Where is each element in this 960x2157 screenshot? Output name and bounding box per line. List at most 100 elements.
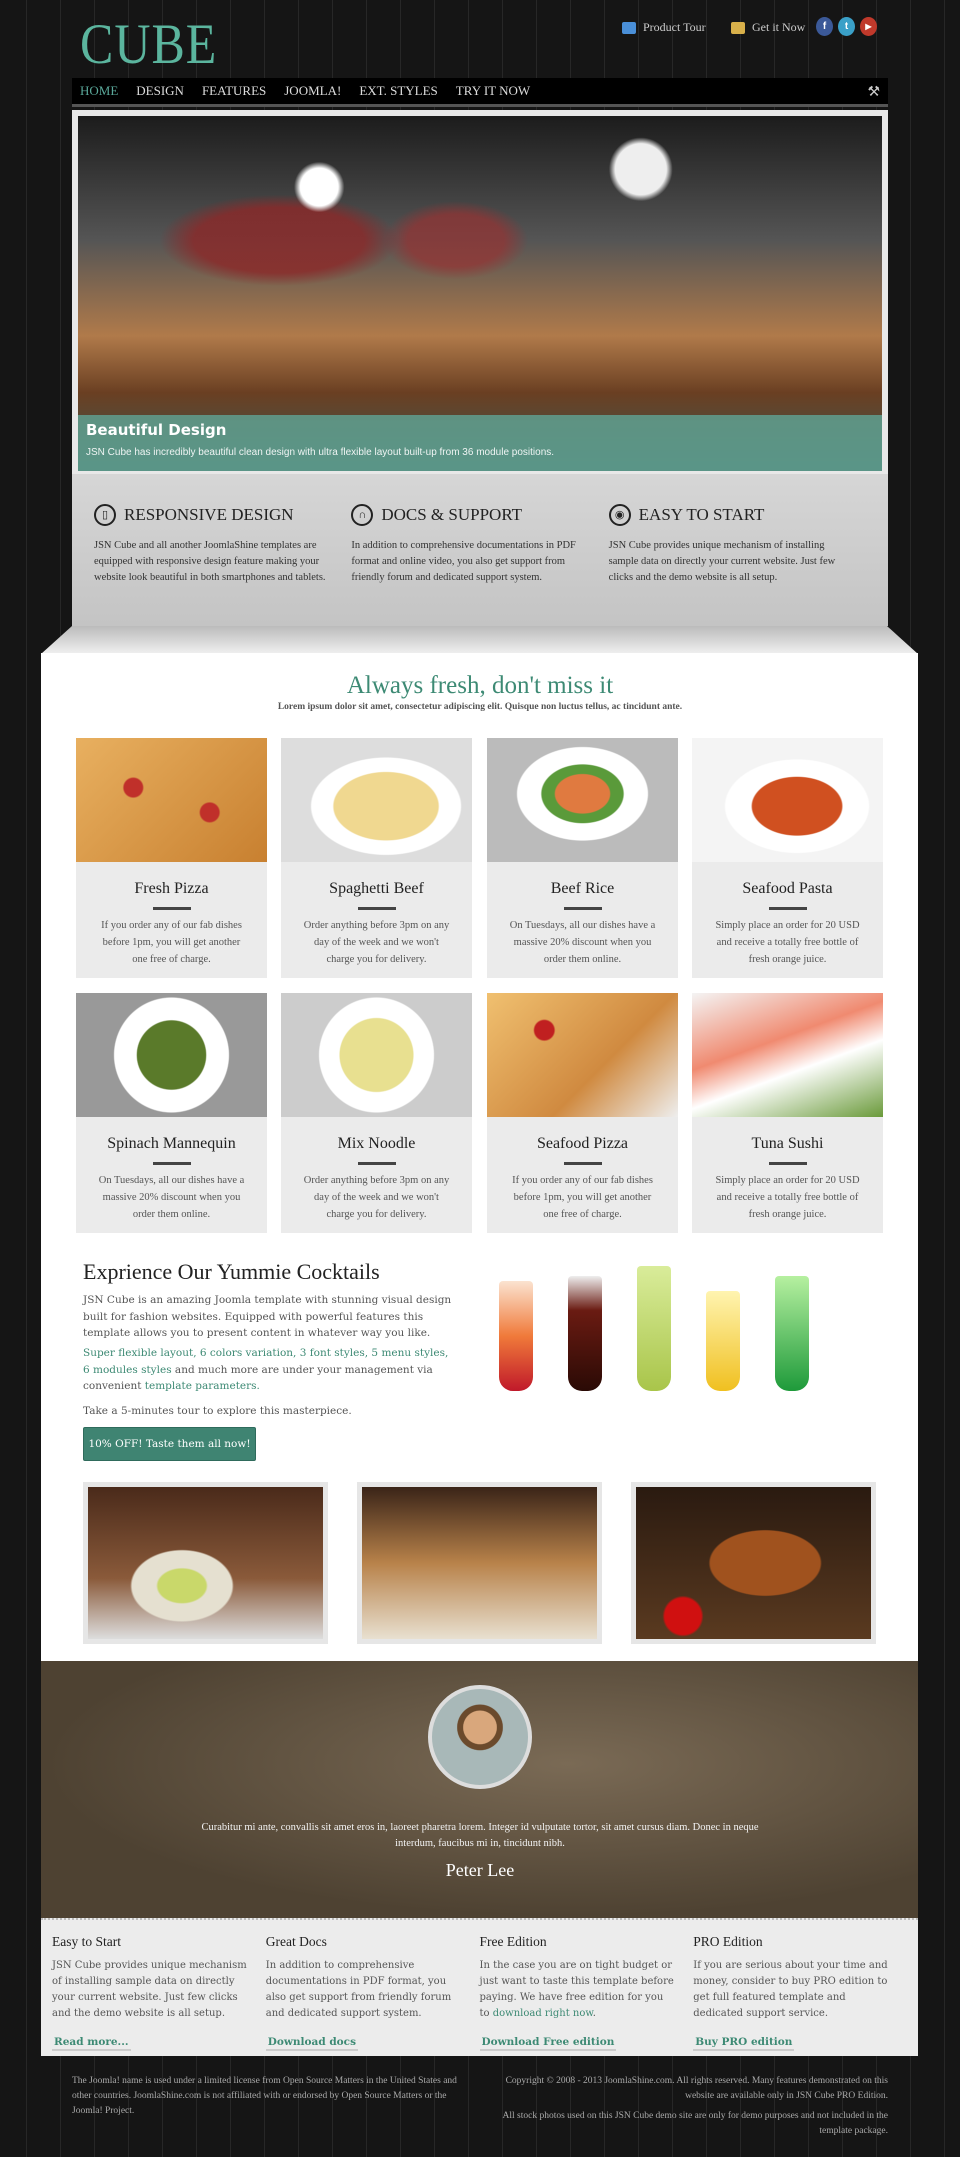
dish-name: Spaghetti Beef <box>329 880 424 897</box>
download-now-link[interactable]: download right now <box>493 2008 593 2019</box>
divider <box>563 1162 602 1165</box>
nav-try-it-now[interactable]: TRY IT NOW <box>456 83 530 99</box>
testimonial-quote: Curabitur mi ante, convallis sit amet er… <box>201 1822 759 1849</box>
dish-card[interactable]: Fresh Pizza If you order any of our fab d… <box>76 738 267 978</box>
dish-name: Seafood Pizza <box>536 1135 629 1152</box>
dish-card[interactable]: Seafood Pasta Simply place an order for 2… <box>692 738 883 978</box>
feature-text: In addition to comprehensive documentati… <box>351 540 576 583</box>
monitor-icon <box>622 21 636 34</box>
section-title: Always fresh, don't miss it <box>346 672 614 699</box>
bottom-modules: Easy to Start JSN Cube provides unique me… <box>41 1918 918 2056</box>
divider <box>357 907 396 910</box>
feature-easy: ◉ EASY TO START JSN Cube provides unique m… <box>608 504 866 626</box>
avatar <box>428 1685 532 1789</box>
module-text: In addition to comprehensive documentati… <box>265 1960 452 2019</box>
photos-notice: All stock photos used on this JSN Cube d… <box>502 2111 889 2136</box>
headset-icon: ∩ <box>351 504 374 526</box>
dish-card[interactable]: Spinach Mannequin On Tuesdays, all our di… <box>76 993 267 1233</box>
dish-name: Mix Noodle <box>337 1135 416 1152</box>
dish-text: On Tuesdays, all our dishes have a massi… <box>98 1175 245 1220</box>
feature-title: RESPONSIVE DESIGN <box>124 505 294 524</box>
module-text: In the case you are on tight budget or j… <box>480 1958 676 2030</box>
module-title: PRO Edition <box>693 1934 763 1949</box>
divider <box>357 1162 396 1165</box>
nav-joomla[interactable]: JOOMLA! <box>284 83 341 99</box>
dish-card[interactable]: Seafood Pizza If you order any of our fab… <box>487 993 678 1233</box>
dish-image <box>76 738 267 862</box>
copyright-text: Copyright © 2008 - 2013 JoomlaShine.com.… <box>505 2076 888 2101</box>
dish-text: Order anything before 3pm on any day of … <box>303 920 450 965</box>
dish-name: Seafood Pasta <box>742 880 833 897</box>
dish-card[interactable]: Beef Rice On Tuesdays, all our dishes hav… <box>487 738 678 978</box>
dish-text: If you order any of our fab dishes befor… <box>512 1175 653 1220</box>
module-free-edition: Free Edition In the case you are on tight… <box>479 1934 694 2056</box>
feature-docs: ∩ DOCS & SUPPORT In addition to comprehens… <box>351 504 608 626</box>
divider <box>768 907 807 910</box>
hero-slider[interactable]: Beautiful Design JSN Cube has incredibly… <box>72 110 888 474</box>
module-title: Free Edition <box>479 1934 547 1949</box>
dish-text: Order anything before 3pm on any day of … <box>303 1175 450 1220</box>
feature-text: JSN Cube provides unique mechanism of in… <box>608 540 836 583</box>
dish-name: Spinach Mannequin <box>107 1135 236 1152</box>
get-it-now-link[interactable]: Get it Now <box>731 20 805 35</box>
dish-image <box>76 993 267 1117</box>
taste-now-button[interactable]: 10% OFF! Taste them all now! <box>83 1427 256 1461</box>
template-params-link[interactable]: template parameters. <box>145 1380 260 1392</box>
dish-card[interactable]: Spaghetti Beef Order anything before 3pm … <box>281 738 472 978</box>
product-tour-link[interactable]: Product Tour <box>622 20 706 35</box>
twitter-icon[interactable]: t <box>838 17 855 36</box>
nav-ext-styles[interactable]: EXT. STYLES <box>359 83 437 99</box>
feature-title: DOCS & SUPPORT <box>381 505 523 524</box>
dish-text: Simply place an order for 20 USD and rec… <box>715 920 860 965</box>
gallery-photo-table[interactable] <box>357 1482 602 1644</box>
dish-text: If you order any of our fab dishes befor… <box>101 920 242 965</box>
get-it-now-label: Get it Now <box>752 20 806 34</box>
panel-flare <box>41 626 918 654</box>
feature-title: EASY TO START <box>638 505 765 524</box>
read-more-link[interactable]: Read more... <box>52 2036 131 2051</box>
dish-image <box>487 993 678 1117</box>
gallery-photo-roast[interactable] <box>631 1482 876 1644</box>
mobile-icon: ▯ <box>94 504 116 526</box>
download-docs-link[interactable]: Download docs <box>265 2036 358 2051</box>
footer-copyright: Copyright © 2008 - 2013 JoomlaShine.com.… <box>500 2074 889 2139</box>
module-pro-edition: PRO Edition If you are serious about your… <box>693 1934 907 2056</box>
module-text-end: . <box>592 2008 596 2019</box>
cocktails-text: JSN Cube is an amazing Joomla template w… <box>83 1294 452 1339</box>
cocktails-features: Super flexible layout, 6 colors variatio… <box>83 1345 453 1395</box>
tour-text: Take a 5-minutes tour to explore this ma… <box>83 1405 352 1417</box>
buy-pro-link[interactable]: Buy PRO edition <box>693 2036 795 2051</box>
module-text: If you are serious about your time and m… <box>693 1960 888 2019</box>
slide-text: JSN Cube has incredibly beautiful clean … <box>86 447 555 458</box>
main-nav: HOME DESIGN FEATURES JOOMLA! EXT. STYLES… <box>72 78 888 107</box>
footer-legal: The Joomla! name is used under a limited… <box>72 2076 457 2116</box>
dish-card[interactable]: Tuna Sushi Simply place an order for 20 U… <box>692 993 883 1233</box>
dish-text: On Tuesdays, all our dishes have a massi… <box>509 920 656 965</box>
tools-icon[interactable]: ⚒ <box>867 84 880 100</box>
power-icon: ◉ <box>608 504 631 526</box>
youtube-icon[interactable]: ▶ <box>860 17 877 36</box>
slide-title: Beautiful Design <box>86 421 227 439</box>
slide-caption: Beautiful Design JSN Cube has incredibly… <box>78 415 882 471</box>
gallery-photo-dessert[interactable] <box>83 1482 328 1644</box>
dish-name: Beef Rice <box>550 880 615 897</box>
nav-features[interactable]: FEATURES <box>202 83 266 99</box>
module-title: Easy to Start <box>52 1934 121 1949</box>
nav-home[interactable]: HOME <box>80 83 118 99</box>
dish-text: Simply place an order for 20 USD and rec… <box>715 1175 860 1220</box>
divider <box>152 1162 191 1165</box>
divider <box>768 1162 807 1165</box>
dish-image <box>281 993 472 1117</box>
section-subtitle: Lorem ipsum dolor sit amet, consectetur … <box>277 702 683 712</box>
logo[interactable]: CUBE <box>80 10 217 77</box>
divider <box>563 907 602 910</box>
nav-design[interactable]: DESIGN <box>136 83 184 99</box>
download-free-link[interactable]: Download Free edition <box>479 2036 617 2051</box>
dish-name: Tuna Sushi <box>751 1135 824 1152</box>
dish-card[interactable]: Mix Noodle Order anything before 3pm on a… <box>281 993 472 1233</box>
dish-image <box>487 738 678 862</box>
slide-image: Beautiful Design JSN Cube has incredibly… <box>78 116 882 471</box>
feature-text: JSN Cube and all another JoomlaShine tem… <box>94 540 326 583</box>
dish-image <box>281 738 472 862</box>
facebook-icon[interactable]: f <box>816 17 833 36</box>
